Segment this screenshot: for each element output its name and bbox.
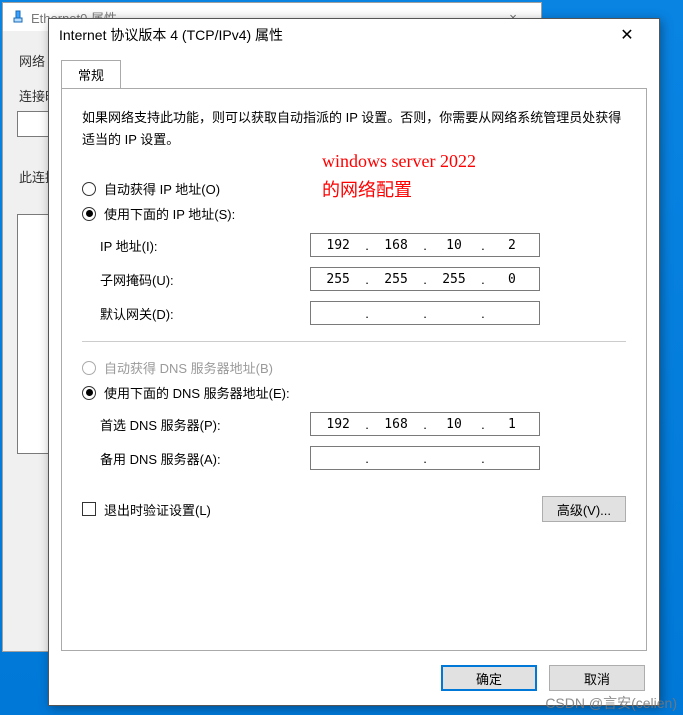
dns2-octet-1[interactable] <box>311 448 365 468</box>
description-text: 如果网络支持此功能，则可以获取自动指派的 IP 设置。否则，你需要从网络系统管理… <box>82 107 626 151</box>
ip-octet-4[interactable] <box>485 235 539 255</box>
subnet-mask-row: 子网掩码(U): . . . <box>100 267 626 291</box>
dialog-title: Internet 协议版本 4 (TCP/IPv4) 属性 <box>59 25 283 45</box>
gateway-row: 默认网关(D): . . . <box>100 301 626 325</box>
radio-auto-ip-label: 自动获得 IP 地址(O) <box>104 179 220 198</box>
gw-octet-3[interactable] <box>427 303 481 323</box>
advanced-button[interactable]: 高级(V)... <box>542 496 626 522</box>
radio-icon <box>82 207 96 221</box>
dns2-octet-3[interactable] <box>427 448 481 468</box>
radio-manual-ip-label: 使用下面的 IP 地址(S): <box>104 204 235 223</box>
radio-icon <box>82 182 96 196</box>
gw-octet-1[interactable] <box>311 303 365 323</box>
dns1-octet-4[interactable] <box>485 414 539 434</box>
ip-octet-2[interactable] <box>369 235 423 255</box>
ip-address-label: IP 地址(I): <box>100 236 310 255</box>
dns2-input[interactable]: . . . <box>310 446 540 470</box>
validate-checkbox[interactable] <box>82 502 96 516</box>
subnet-mask-label: 子网掩码(U): <box>100 270 310 289</box>
gateway-label: 默认网关(D): <box>100 304 310 323</box>
dns1-octet-1[interactable] <box>311 414 365 434</box>
dns1-label: 首选 DNS 服务器(P): <box>100 415 310 434</box>
radio-icon <box>82 386 96 400</box>
ip-octet-1[interactable] <box>311 235 365 255</box>
tab-strip: 常规 <box>49 51 659 88</box>
ok-button[interactable]: 确定 <box>441 665 537 691</box>
gw-octet-4[interactable] <box>485 303 539 323</box>
ipv4-properties-dialog: Internet 协议版本 4 (TCP/IPv4) 属性 ✕ 常规 如果网络支… <box>48 18 660 706</box>
dialog-close-button[interactable]: ✕ <box>605 21 649 49</box>
radio-auto-dns: 自动获得 DNS 服务器地址(B) <box>82 358 626 377</box>
dialog-titlebar: Internet 协议版本 4 (TCP/IPv4) 属性 ✕ <box>49 19 659 51</box>
network-adapter-icon <box>11 10 25 24</box>
separator <box>82 341 626 342</box>
ip-address-row: IP 地址(I): . . . <box>100 233 626 257</box>
dns2-octet-2[interactable] <box>369 448 423 468</box>
radio-auto-dns-label: 自动获得 DNS 服务器地址(B) <box>104 358 273 377</box>
radio-manual-dns-label: 使用下面的 DNS 服务器地址(E): <box>104 383 290 402</box>
gw-octet-2[interactable] <box>369 303 423 323</box>
dns2-row: 备用 DNS 服务器(A): . . . <box>100 446 626 470</box>
radio-auto-ip[interactable]: 自动获得 IP 地址(O) <box>82 179 626 198</box>
dns2-label: 备用 DNS 服务器(A): <box>100 449 310 468</box>
dns1-input[interactable]: . . . <box>310 412 540 436</box>
dns1-octet-2[interactable] <box>369 414 423 434</box>
dns2-octet-4[interactable] <box>485 448 539 468</box>
mask-octet-1[interactable] <box>311 269 365 289</box>
radio-icon <box>82 361 96 375</box>
tab-general[interactable]: 常规 <box>61 60 121 89</box>
ip-octet-3[interactable] <box>427 235 481 255</box>
dialog-footer: 确定 取消 <box>49 651 659 705</box>
gateway-input[interactable]: . . . <box>310 301 540 325</box>
ip-address-input[interactable]: . . . <box>310 233 540 257</box>
radio-manual-dns[interactable]: 使用下面的 DNS 服务器地址(E): <box>82 383 626 402</box>
tab-content: 如果网络支持此功能，则可以获取自动指派的 IP 设置。否则，你需要从网络系统管理… <box>61 88 647 651</box>
validate-label: 退出时验证设置(L) <box>104 500 211 519</box>
radio-manual-ip[interactable]: 使用下面的 IP 地址(S): <box>82 204 626 223</box>
cancel-button[interactable]: 取消 <box>549 665 645 691</box>
dns1-row: 首选 DNS 服务器(P): . . . <box>100 412 626 436</box>
mask-octet-2[interactable] <box>369 269 423 289</box>
mask-octet-3[interactable] <box>427 269 481 289</box>
subnet-mask-input[interactable]: . . . <box>310 267 540 291</box>
dns1-octet-3[interactable] <box>427 414 481 434</box>
mask-octet-4[interactable] <box>485 269 539 289</box>
